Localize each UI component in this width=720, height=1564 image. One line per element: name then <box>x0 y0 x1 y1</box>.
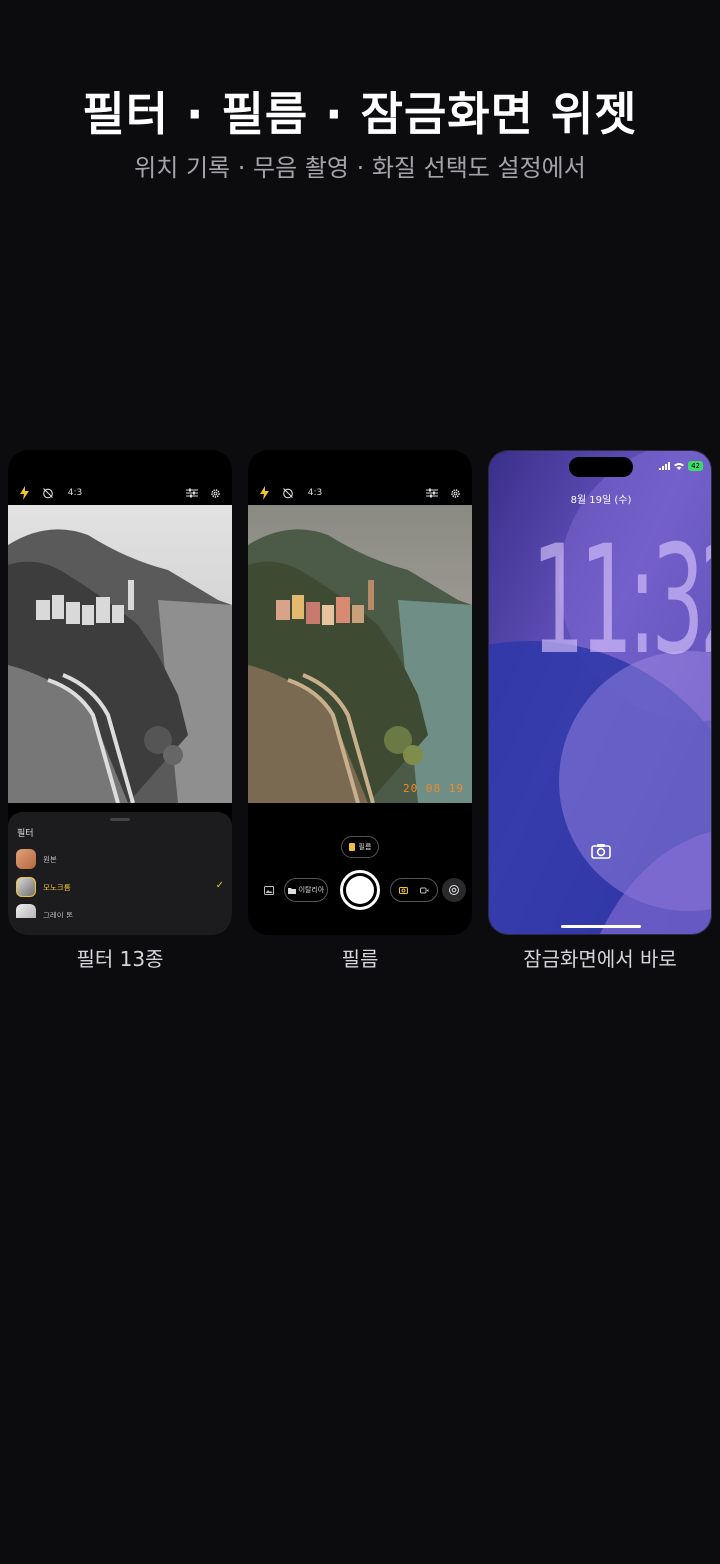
lockscreen-clock: 11:32 <box>531 514 711 688</box>
flash-auto-icon[interactable] <box>258 484 272 502</box>
caption-film: 필름 <box>341 947 379 971</box>
gallery-icon[interactable] <box>262 878 276 902</box>
camera-widget-icon[interactable] <box>591 843 611 859</box>
settings-gear-icon[interactable] <box>447 484 463 502</box>
aspect-ratio-label[interactable]: 4:3 <box>304 484 326 502</box>
film-roll-icon <box>348 843 355 851</box>
film-phone-mockup: 4:3 20 08 19 필름 이탈리아 <box>248 450 472 935</box>
filter-phone-mockup: 4:3 필터 원본 모노크롬 ✓ 그레이 톤 <box>8 450 232 935</box>
album-selector-button[interactable]: 이탈리아 <box>284 878 328 902</box>
lockscreen-phone-mockup: 42 8월 19일 (수) 11:32 <box>488 450 712 935</box>
filter-sheet-title: 필터 <box>17 829 34 839</box>
filter-item-label: 원본 <box>43 854 57 864</box>
film-photo-preview: 20 08 19 <box>248 505 472 803</box>
signal-icon <box>659 462 671 470</box>
filter-item-gray[interactable]: 그레이 톤 <box>16 904 224 918</box>
home-indicator[interactable] <box>561 925 641 928</box>
status-bar: 42 <box>659 461 703 471</box>
photo-mode-icon[interactable] <box>399 886 408 894</box>
aspect-ratio-label[interactable]: 4:3 <box>64 484 86 502</box>
sheet-grabber[interactable] <box>110 818 130 821</box>
adjust-sliders-icon[interactable] <box>184 484 200 502</box>
film-date-stamp: 20 08 19 <box>403 782 464 795</box>
camera-top-bar: 4:3 <box>8 484 232 502</box>
adjust-sliders-icon[interactable] <box>424 484 440 502</box>
filter-item-original[interactable]: 원본 <box>16 848 224 870</box>
caption-filter: 필터 13종 <box>76 947 164 971</box>
shutter-button[interactable] <box>340 870 380 910</box>
capture-mode-toggle[interactable] <box>390 878 438 902</box>
caption-lockscreen: 잠금화면에서 바로 <box>523 947 677 971</box>
filter-swatch <box>16 877 36 897</box>
battery-indicator: 42 <box>688 461 703 471</box>
wifi-icon <box>674 463 685 470</box>
monochrome-photo-preview <box>8 505 232 803</box>
filter-swatch <box>16 904 36 918</box>
film-chip-label: 필름 <box>358 843 372 851</box>
settings-gear-icon[interactable] <box>207 484 223 502</box>
film-mode-chip[interactable]: 필름 <box>341 836 379 858</box>
album-label: 이탈리아 <box>298 886 325 894</box>
page-title: 필터 · 필름 · 잠금화면 위젯 <box>82 87 638 141</box>
timer-off-icon[interactable] <box>280 484 296 502</box>
video-mode-icon[interactable] <box>420 887 429 894</box>
dynamic-island <box>569 457 633 477</box>
filter-swatch <box>16 849 36 869</box>
lens-switch-icon[interactable] <box>442 878 466 902</box>
filter-item-label: 모노크롬 <box>43 882 71 892</box>
filter-item-label: 그레이 톤 <box>43 911 73 918</box>
filter-item-monochrome[interactable]: 모노크롬 ✓ <box>16 876 224 898</box>
camera-top-bar: 4:3 <box>248 484 472 502</box>
checkmark-icon: ✓ <box>215 880 224 891</box>
folder-icon <box>287 887 296 894</box>
filter-sheet: 필터 원본 모노크롬 ✓ 그레이 톤 <box>8 812 232 935</box>
flash-auto-icon[interactable] <box>18 484 32 502</box>
page-subtitle: 위치 기록 · 무음 촬영 · 화질 선택도 설정에서 <box>134 154 586 182</box>
timer-off-icon[interactable] <box>40 484 56 502</box>
